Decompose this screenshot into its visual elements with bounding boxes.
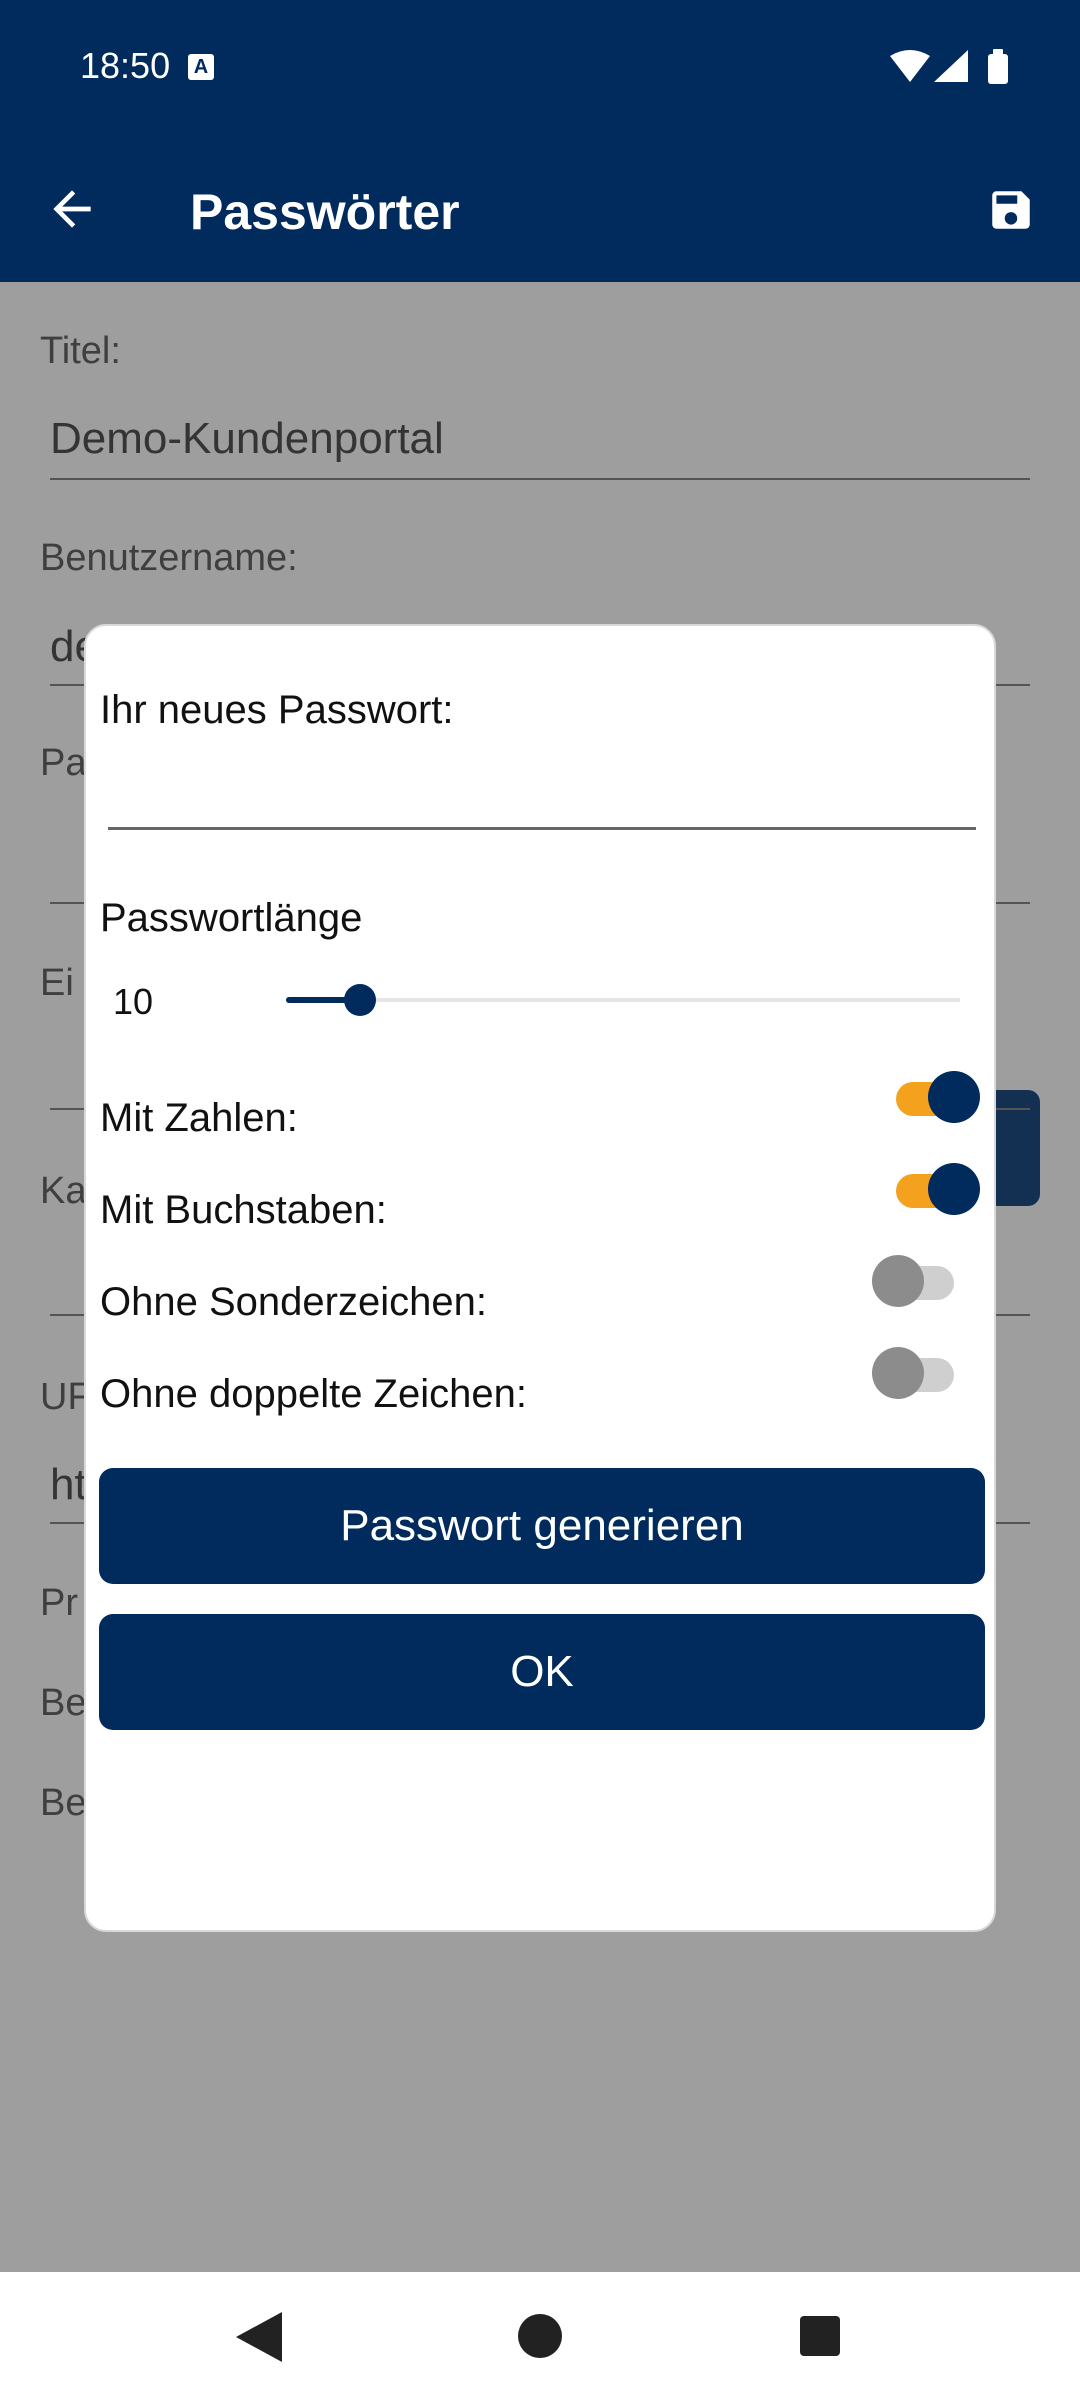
generate-password-button[interactable]: Passwort generieren bbox=[99, 1468, 985, 1584]
notification-icon: A bbox=[188, 54, 214, 80]
option-label-no-special-chars: Ohne Sonderzeichen: bbox=[100, 1280, 487, 1324]
toggle-no-duplicate-chars[interactable] bbox=[872, 1344, 962, 1400]
app-bar: Passwörter bbox=[0, 135, 1080, 282]
password-generator-dialog: Ihr neues Passwort: Passwortlänge 10 Mit… bbox=[84, 624, 996, 1932]
ok-button[interactable]: OK bbox=[99, 1614, 985, 1730]
navigation-bar bbox=[0, 2272, 1080, 2400]
nav-recents-icon[interactable] bbox=[800, 2316, 840, 2356]
option-label-no-duplicate-chars: Ohne doppelte Zeichen: bbox=[100, 1372, 527, 1416]
new-password-input[interactable] bbox=[108, 738, 976, 830]
toggle-numbers[interactable] bbox=[890, 1068, 980, 1124]
battery-icon bbox=[988, 49, 1008, 84]
page-title: Passwörter bbox=[190, 184, 460, 240]
toggle-thumb bbox=[928, 1163, 980, 1215]
toggle-thumb bbox=[928, 1071, 980, 1123]
signal-icon bbox=[934, 50, 968, 82]
status-bar: 18:50 A bbox=[0, 0, 1080, 135]
status-icons bbox=[890, 49, 1008, 84]
toggle-thumb bbox=[872, 1255, 924, 1307]
nav-back-icon[interactable] bbox=[236, 2312, 282, 2362]
toggle-no-special-chars[interactable] bbox=[872, 1252, 962, 1308]
password-length-value: 10 bbox=[113, 981, 154, 1022]
password-length-label: Passwortlänge bbox=[100, 896, 363, 940]
wifi-icon bbox=[890, 50, 930, 82]
arrow-left-icon[interactable] bbox=[44, 181, 100, 237]
toggle-thumb bbox=[872, 1347, 924, 1399]
option-label-letters: Mit Buchstaben: bbox=[100, 1188, 387, 1232]
save-icon[interactable] bbox=[986, 185, 1036, 235]
option-label-numbers: Mit Zahlen: bbox=[100, 1096, 298, 1140]
slider-track bbox=[286, 998, 960, 1002]
new-password-label: Ihr neues Passwort: bbox=[100, 688, 454, 732]
toggle-letters[interactable] bbox=[890, 1160, 980, 1216]
status-time: 18:50 bbox=[80, 45, 171, 86]
slider-thumb[interactable] bbox=[344, 984, 376, 1016]
nav-home-icon[interactable] bbox=[518, 2314, 562, 2358]
password-length-slider[interactable] bbox=[286, 980, 960, 1020]
